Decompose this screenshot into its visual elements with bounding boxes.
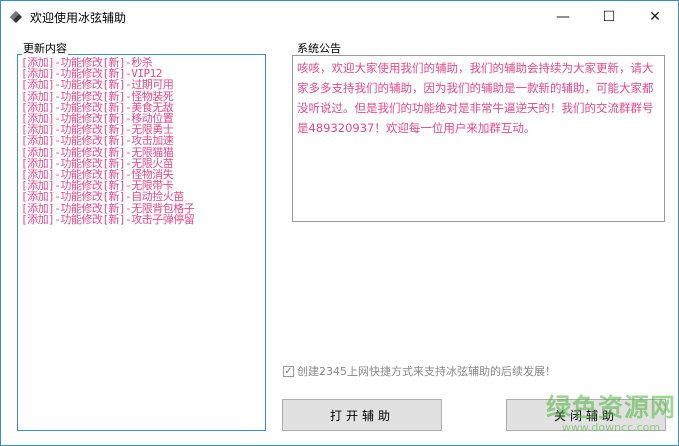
update-list[interactable]: [添加]-功能修改[新]-秒杀 [添加]-功能修改[新]-VIP12 [添加]-功能…: [17, 54, 266, 431]
notice-textbox[interactable]: 咳咳，欢迎大家使用我们的辅助，我们的辅助会持续为大家更新，请大家多多支持我们的辅…: [292, 55, 665, 222]
close-helper-button[interactable]: 关闭辅助: [506, 399, 666, 431]
checkmark-icon[interactable]: ✓: [283, 365, 294, 377]
list-item[interactable]: [添加]-功能修改[新]-攻击加速: [21, 135, 262, 146]
app-window: 欢迎使用冰弦辅助 — ☐ ✕ [添加]-功能修改[新]-秒杀 [添加]-功能修改[…: [0, 0, 679, 446]
close-button[interactable]: ✕: [632, 1, 678, 32]
open-helper-button[interactable]: 打开辅助: [282, 399, 442, 431]
maximize-button[interactable]: ☐: [586, 1, 632, 32]
list-item[interactable]: [添加]-功能修改[新]-过期可用: [21, 79, 262, 90]
title-bar: 欢迎使用冰弦辅助 — ☐ ✕: [1, 1, 678, 32]
list-item[interactable]: [添加]-功能修改[新]-自动捡火苗: [21, 191, 262, 202]
app-icon: [10, 11, 22, 23]
notice-panel-label: 系统公告: [296, 42, 342, 55]
shortcut-checkbox-label: 创建2345上网快捷方式来支持冰弦辅助的后续发展！: [297, 365, 556, 378]
list-item[interactable]: [添加]-功能修改[新]-攻击子弹停留: [21, 214, 262, 225]
window-title: 欢迎使用冰弦辅助: [30, 11, 127, 25]
update-panel-label: 更新内容: [22, 42, 68, 55]
shortcut-checkbox[interactable]: ✓ 创建2345上网快捷方式来支持冰弦辅助的后续发展！: [283, 363, 556, 379]
minimize-button[interactable]: —: [540, 1, 586, 32]
